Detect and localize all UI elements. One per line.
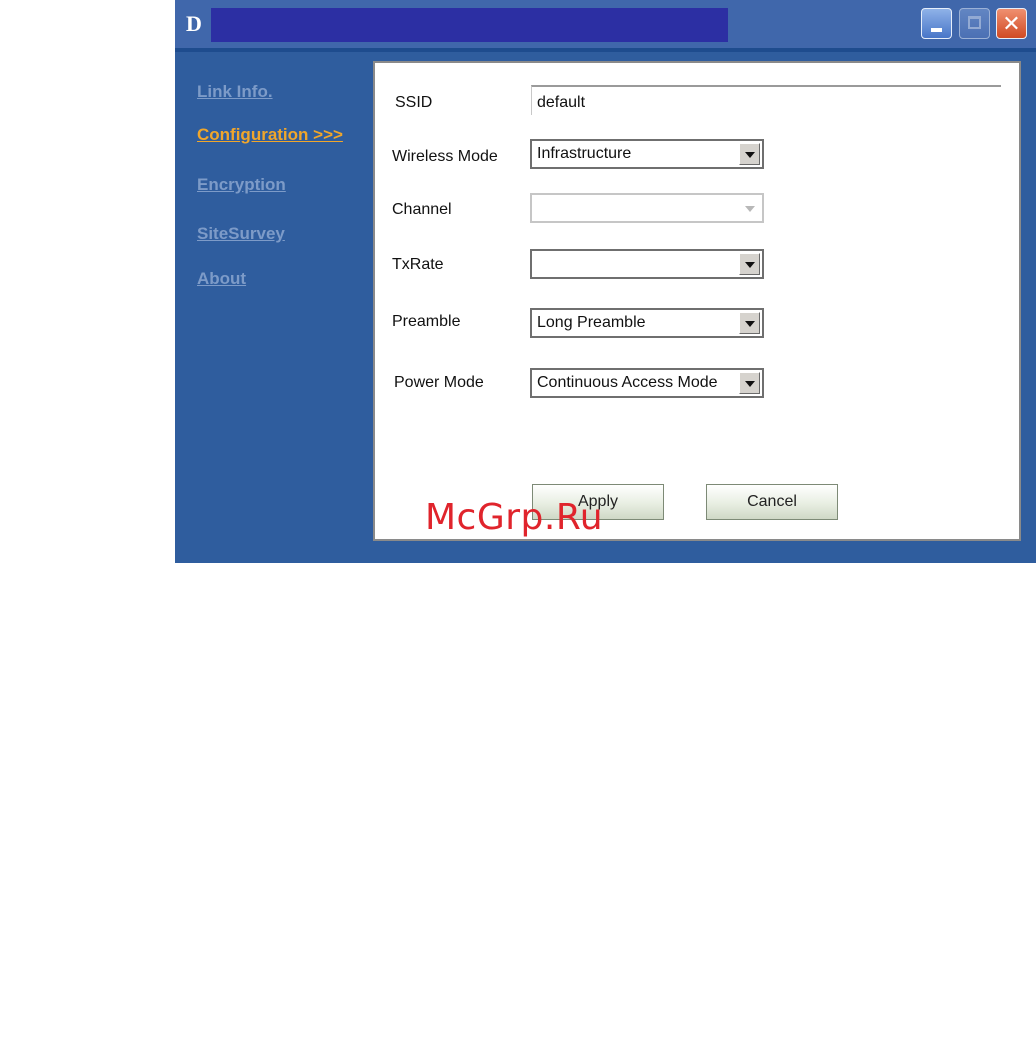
preamble-select[interactable]: Long Preamble	[530, 308, 764, 338]
nav-link-info[interactable]: Link Info.	[197, 82, 273, 102]
power-mode-select[interactable]: Continuous Access Mode	[530, 368, 764, 398]
chevron-down-icon[interactable]	[739, 143, 760, 165]
channel-select	[530, 193, 764, 223]
ssid-input[interactable]	[531, 85, 1001, 115]
minimize-icon	[931, 28, 942, 32]
channel-label: Channel	[392, 201, 452, 218]
power-mode-value: Continuous Access Mode	[537, 374, 718, 391]
sidebar-nav: Link Info. Configuration >>> Encryption …	[175, 52, 372, 563]
title-bar: D ✕	[175, 0, 1036, 48]
window-title	[211, 8, 728, 42]
nav-configuration[interactable]: Configuration >>>	[197, 125, 343, 145]
power-mode-label: Power Mode	[394, 374, 484, 391]
txrate-label: TxRate	[392, 256, 444, 273]
ssid-label: SSID	[395, 94, 433, 111]
app-window: D ✕ Link Info. Configuration >>> Encrypt…	[175, 0, 1036, 563]
close-button[interactable]: ✕	[996, 8, 1027, 39]
chevron-down-icon[interactable]	[739, 312, 760, 334]
nav-sitesurvey[interactable]: SiteSurvey	[197, 224, 285, 244]
nav-about[interactable]: About	[197, 269, 246, 289]
configuration-panel: SSID Wireless Mode Infrastructure Channe…	[373, 61, 1021, 541]
maximize-button	[959, 8, 990, 39]
wireless-mode-value: Infrastructure	[537, 145, 632, 162]
nav-encryption[interactable]: Encryption	[197, 175, 286, 195]
txrate-select[interactable]	[530, 249, 764, 279]
wireless-mode-select[interactable]: Infrastructure	[530, 139, 764, 169]
watermark: McGrp.Ru	[425, 497, 604, 538]
preamble-value: Long Preamble	[537, 314, 646, 331]
minimize-button[interactable]	[921, 8, 952, 39]
cancel-button[interactable]: Cancel	[706, 484, 838, 520]
chevron-down-icon[interactable]	[739, 372, 760, 394]
chevron-down-icon	[739, 197, 760, 219]
wireless-mode-label: Wireless Mode	[392, 148, 498, 165]
chevron-down-icon[interactable]	[739, 253, 760, 275]
close-icon: ✕	[1002, 11, 1021, 36]
dlink-logo-icon: D	[186, 11, 202, 36]
maximize-icon	[968, 16, 981, 29]
preamble-label: Preamble	[392, 313, 461, 330]
